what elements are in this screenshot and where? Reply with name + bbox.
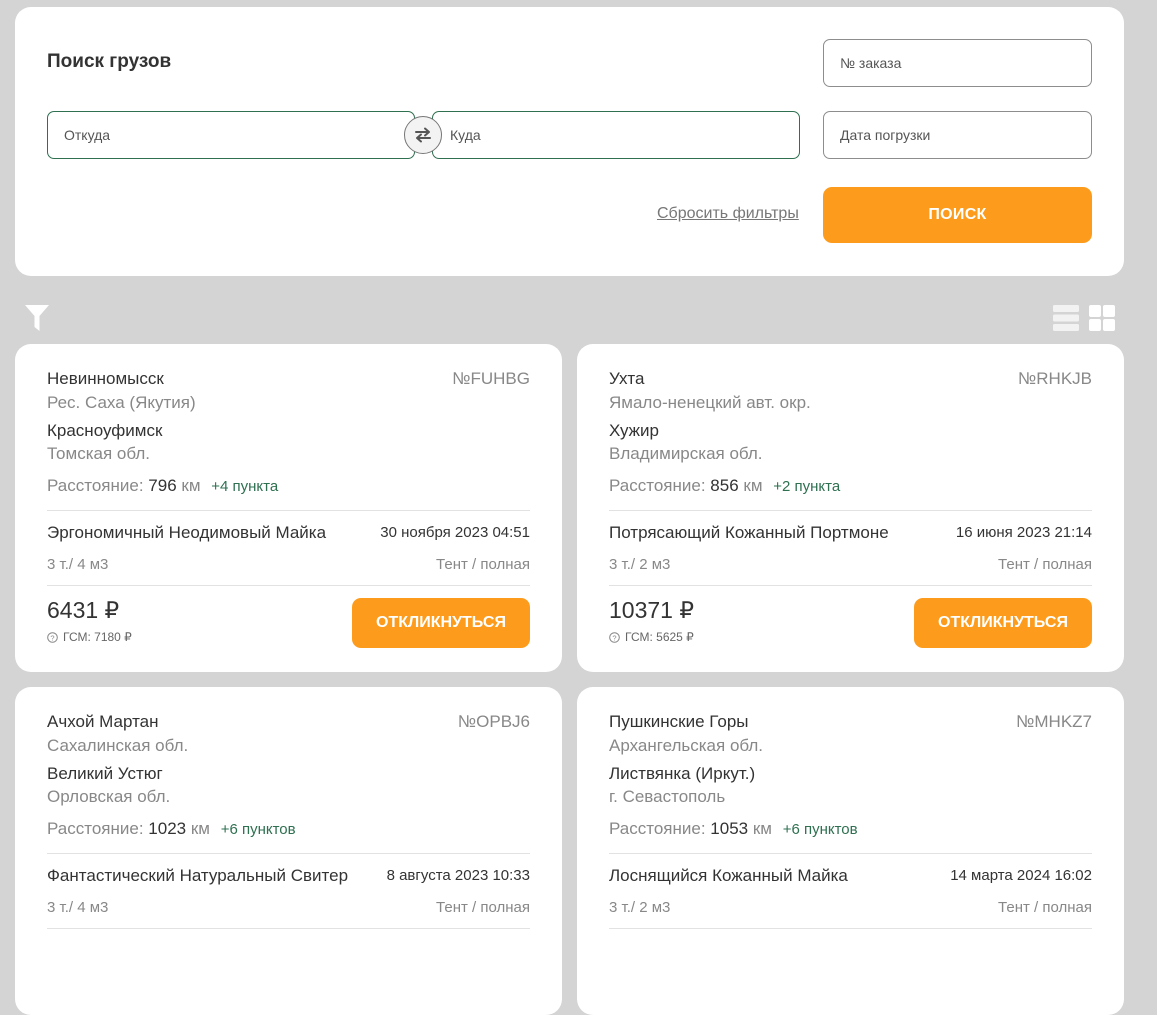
cargo-card[interactable]: Ухта №RHKJB Ямало-ненецкий авт. окр. Хуж…: [577, 344, 1124, 672]
distance-row: Расстояние: 796 км +4 пункта: [47, 476, 278, 496]
divider: [609, 853, 1092, 854]
distance-value: 1023: [148, 819, 187, 838]
order-number: №RHKJB: [1018, 369, 1092, 388]
question-circle-icon: ?: [609, 631, 620, 643]
from-city: Ачхой Мартан: [47, 712, 159, 731]
to-region: Томская обл.: [47, 444, 150, 463]
distance-value: 796: [148, 476, 177, 495]
divider: [47, 853, 530, 854]
body-type: Тент / полная: [998, 556, 1092, 573]
divider: [47, 928, 530, 929]
fuel-cost: ? ГСМ: 7180 ₽: [47, 630, 132, 644]
from-region: Сахалинская обл.: [47, 736, 189, 755]
cargo-name: Лоснящийся Кожанный Майка: [609, 866, 848, 885]
from-city: Невинномысск: [47, 369, 164, 388]
from-region: Рес. Саха (Якутия): [47, 393, 196, 412]
swap-button[interactable]: [404, 116, 442, 154]
cargo-name: Фантастический Натуральный Свитер: [47, 866, 349, 885]
search-panel: Поиск грузов Сбросить фильтры ПОИСК: [15, 7, 1124, 276]
distance-label: Расстояние:: [609, 819, 706, 838]
distance-value: 856: [710, 476, 739, 495]
from-region: Ямало-ненецкий авт. окр.: [609, 393, 811, 412]
fuel-cost-text: ГСМ: 7180 ₽: [63, 630, 132, 644]
filter-icon[interactable]: [25, 305, 49, 331]
distance-value: 1053: [710, 819, 749, 838]
fuel-cost-text: ГСМ: 5625 ₽: [625, 630, 694, 644]
divider: [47, 585, 530, 586]
loading-date: 14 марта 2024 16:02: [950, 867, 1092, 884]
svg-text:?: ?: [50, 633, 54, 642]
cargo-card[interactable]: Невинномысск №FUHBG Рес. Саха (Якутия) К…: [15, 344, 562, 672]
body-type: Тент / полная: [436, 899, 530, 916]
distance-label: Расстояние:: [609, 476, 706, 495]
respond-button[interactable]: ОТКЛИКНУТЬСЯ: [914, 598, 1092, 648]
loading-date: 8 августа 2023 10:33: [386, 867, 530, 884]
loading-date: 30 ноября 2023 04:51: [380, 524, 530, 541]
to-city: Красноуфимск: [47, 421, 163, 440]
distance-unit: км: [752, 819, 772, 838]
search-button[interactable]: ПОИСК: [823, 187, 1092, 243]
order-number: №MHKZ7: [1016, 712, 1092, 731]
question-circle-icon: ?: [47, 631, 58, 643]
body-type: Тент / полная: [998, 899, 1092, 916]
grid-view-icon[interactable]: [1089, 305, 1115, 331]
distance-row: Расстояние: 1023 км +6 пунктов: [47, 819, 296, 839]
from-input[interactable]: [47, 111, 415, 159]
to-city: Великий Устюг: [47, 764, 163, 783]
to-region: Владимирская обл.: [609, 444, 763, 463]
weight-volume: 3 т./ 4 м3: [47, 556, 109, 573]
to-region: Орловская обл.: [47, 787, 171, 806]
from-region: Архангельская обл.: [609, 736, 764, 755]
distance-row: Расстояние: 1053 км +6 пунктов: [609, 819, 858, 839]
price: 6431 ₽: [47, 597, 120, 623]
order-number: №OPBJ6: [457, 712, 530, 731]
order-number: №FUHBG: [452, 369, 530, 388]
to-city: Листвянка (Иркут.): [609, 764, 756, 783]
weight-volume: 3 т./ 4 м3: [47, 899, 109, 916]
loading-date-input[interactable]: [823, 111, 1092, 159]
svg-text:?: ?: [612, 633, 616, 642]
list-view-icon[interactable]: [1053, 305, 1079, 331]
distance-row: Расстояние: 856 км +2 пункта: [609, 476, 840, 496]
divider: [609, 585, 1092, 586]
respond-button[interactable]: ОТКЛИКНУТЬСЯ: [352, 598, 530, 648]
distance-label: Расстояние:: [47, 819, 144, 838]
order-number-input[interactable]: [823, 39, 1092, 87]
divider: [609, 510, 1092, 511]
distance-unit: км: [190, 819, 210, 838]
fuel-cost: ? ГСМ: 5625 ₽: [609, 630, 694, 644]
distance-unit: км: [743, 476, 763, 495]
cargo-card[interactable]: Пушкинские Горы №MHKZ7 Архангельская обл…: [577, 687, 1124, 1015]
cargo-name: Потрясающий Кожанный Портмоне: [609, 523, 889, 542]
distance-label: Расстояние:: [47, 476, 144, 495]
to-input[interactable]: [432, 111, 800, 159]
extra-points: +6 пунктов: [782, 821, 858, 838]
from-city: Пушкинские Горы: [609, 712, 749, 731]
from-city: Ухта: [609, 369, 645, 388]
cargo-name: Эргономичный Неодимовый Майка: [47, 523, 327, 542]
divider: [609, 928, 1092, 929]
extra-points: +6 пунктов: [220, 821, 296, 838]
extra-points: +4 пункта: [211, 478, 279, 495]
extra-points: +2 пункта: [773, 478, 841, 495]
distance-unit: км: [181, 476, 201, 495]
swap-arrows-icon: [415, 127, 431, 143]
reset-filters-link[interactable]: Сбросить фильтры: [657, 205, 799, 223]
cargo-card[interactable]: Ачхой Мартан №OPBJ6 Сахалинская обл. Вел…: [15, 687, 562, 1015]
to-region: г. Севастополь: [609, 787, 726, 806]
weight-volume: 3 т./ 2 м3: [609, 556, 671, 573]
search-title: Поиск грузов: [47, 51, 172, 72]
loading-date: 16 июня 2023 21:14: [955, 524, 1092, 541]
price: 10371 ₽: [609, 597, 694, 623]
to-city: Хужир: [609, 421, 659, 440]
weight-volume: 3 т./ 2 м3: [609, 899, 671, 916]
divider: [47, 510, 530, 511]
body-type: Тент / полная: [436, 556, 530, 573]
